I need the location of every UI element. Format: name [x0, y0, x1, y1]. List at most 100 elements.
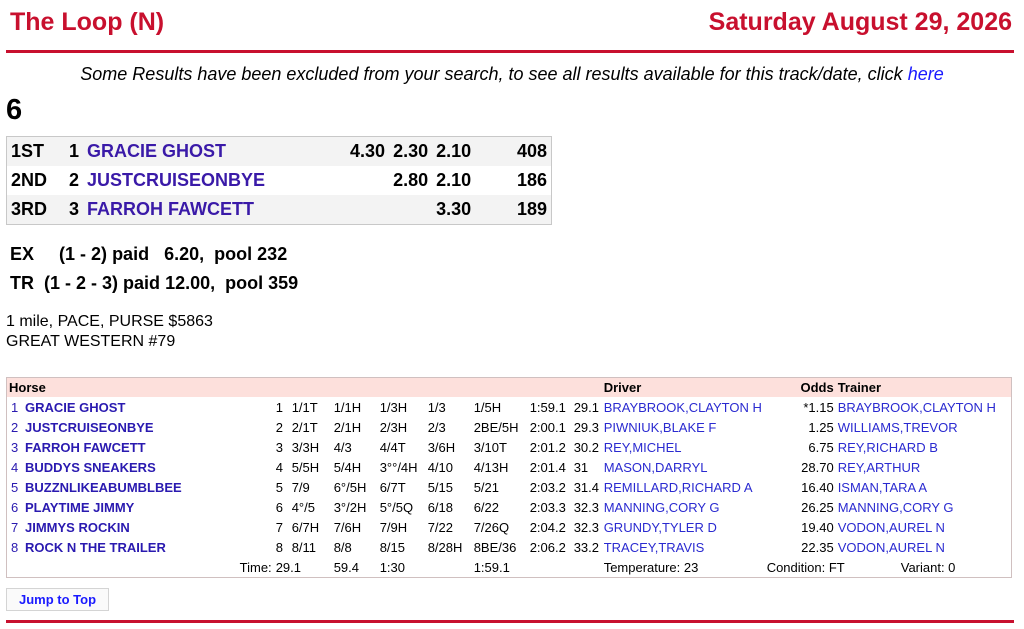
half-position: 2/1H — [333, 419, 362, 435]
odds-value: 6.75 — [808, 439, 834, 455]
horse-link[interactable]: FARROH FAWCETT — [83, 195, 347, 225]
driver-link[interactable]: MANNING,CORY G — [602, 497, 782, 517]
horse-link[interactable]: PLAYTIME JIMMY — [23, 497, 274, 517]
stretch-position: 7/22 — [427, 519, 453, 535]
quarter-position: 7/9 — [291, 479, 310, 495]
horse-link[interactable]: FARROH FAWCETT — [23, 437, 274, 457]
final-time: 2:03.2 — [529, 479, 566, 495]
show-payout: 2.10 — [432, 136, 476, 166]
last-quarter: 32.3 — [573, 499, 599, 515]
stretch-position: 8/28H — [427, 539, 463, 555]
trainer-link[interactable]: MANNING,CORY G — [836, 497, 1012, 517]
place-payout — [389, 195, 433, 225]
final-time: 1:59.1 — [529, 399, 566, 415]
program-number: 2 — [69, 170, 80, 190]
half-position: 3°/2H — [333, 499, 367, 515]
program-number: 4 — [11, 459, 19, 475]
horse-link[interactable]: ROCK N THE TRAILER — [23, 537, 274, 557]
finish-position: 4/13H — [473, 459, 509, 475]
notice-here-link[interactable]: here — [908, 64, 944, 84]
three-quarter-position: 4/4T — [379, 439, 406, 455]
trainer-link[interactable]: VODON,AUREL N — [836, 537, 1012, 557]
driver-link[interactable]: PIWNIUK,BLAKE F — [602, 417, 782, 437]
post-position: 3 — [275, 439, 283, 455]
wager-type: EX — [10, 244, 35, 264]
post-position: 4 — [275, 459, 283, 475]
result-row: 7 JIMMYS ROCKIN 7 6/7H 7/6H 7/9H 7/22 7/26Q 2:04… — [7, 517, 1012, 537]
finisher-count: 408 — [475, 136, 552, 166]
horse-link[interactable]: JUSTCRUISEONBYE — [23, 417, 274, 437]
pool-label: pool — [225, 273, 264, 293]
driver-link[interactable]: MASON,DARRYL — [602, 457, 782, 477]
program-number: 6 — [11, 499, 19, 515]
driver-link[interactable]: BRAYBROOK,CLAYTON H — [602, 397, 782, 417]
trainer-link[interactable]: BRAYBROOK,CLAYTON H — [836, 397, 1012, 417]
race-number: 6 — [6, 94, 23, 126]
stretch-position: 1/3 — [427, 399, 446, 415]
horse-link[interactable]: GRACIE GHOST — [23, 397, 274, 417]
program-number: 1 — [65, 136, 84, 166]
col-odds: Odds — [781, 377, 836, 397]
three-quarter-position: 5°/5Q — [379, 499, 414, 515]
quarter-position: 4°/5 — [291, 499, 315, 515]
post-position: 7 — [275, 519, 283, 535]
program-number: 7 — [11, 519, 19, 535]
program-number: 8 — [11, 539, 19, 555]
page-header: The Loop (N) Saturday August 29, 2026 — [10, 6, 1012, 52]
wager-type: TR — [10, 273, 34, 293]
results-header-row: Horse Driver Odds Trainer — [6, 377, 1012, 397]
results-table: Horse Driver Odds Trainer 1 GRACIE GHOST 1… — [6, 377, 1012, 578]
race-conditions: 1 mile, PACE, PURSE $5863 GREAT WESTERN … — [6, 312, 213, 352]
trainer-link[interactable]: ISMAN,TARA A — [836, 477, 1012, 497]
driver-link[interactable]: REY,MICHEL — [602, 437, 782, 457]
post-position: 8 — [275, 539, 283, 555]
finisher-count: 186 — [516, 170, 547, 190]
trainer-link[interactable]: VODON,AUREL N — [836, 517, 1012, 537]
odds-value: *1.15 — [803, 399, 834, 415]
last-quarter: 31 — [573, 459, 589, 475]
stretch-position: 2/3 — [427, 419, 446, 435]
win-payout — [346, 166, 389, 195]
exotic-wagers: EX (1 - 2) paid 6.20, pool 232 TR (1 - 2… — [10, 244, 298, 302]
driver-link[interactable]: REMILLARD,RICHARD A — [602, 477, 782, 497]
horse-link[interactable]: BUZZNLIKEABUMBLBEE — [23, 477, 274, 497]
time-final: 1:59.1 — [473, 559, 510, 575]
race-distance-purse: 1 mile, PACE, PURSE $5863 — [6, 313, 213, 330]
exclusion-notice: Some Results have been excluded from you… — [0, 64, 1024, 85]
finish-place: 1ST — [6, 136, 65, 166]
result-row: 6 PLAYTIME JIMMY 6 4°/5 3°/2H 5°/5Q 6/18 6/22 2:… — [7, 497, 1012, 517]
wager-pool: 359 — [268, 273, 299, 293]
horse-link[interactable]: JIMMYS ROCKIN — [23, 517, 274, 537]
three-quarter-position: 2/3H — [379, 419, 408, 435]
wager-row-tr: TR (1 - 2 - 3) paid 12.00, pool 359 — [10, 273, 298, 302]
wager-row-ex: EX (1 - 2) paid 6.20, pool 232 — [10, 244, 298, 273]
final-time: 2:01.2 — [529, 439, 566, 455]
trainer-link[interactable]: WILLIAMS,TREVOR — [836, 417, 1012, 437]
jump-to-top-button[interactable]: Jump to Top — [6, 588, 110, 611]
stretch-position: 5/15 — [427, 479, 453, 495]
wager-paid: 12.00, — [165, 273, 216, 293]
notice-text: Some Results have been excluded from you… — [80, 64, 908, 84]
quarter-position: 3/3H — [291, 439, 320, 455]
three-quarter-position: 8/15 — [379, 539, 405, 555]
odds-value: 19.40 — [801, 519, 834, 535]
finish-position: 7/26Q — [473, 519, 510, 535]
horse-link[interactable]: JUSTCRUISEONBYE — [83, 166, 346, 195]
footer-divider — [6, 620, 1014, 623]
half-position: 8/8 — [333, 539, 352, 555]
driver-link[interactable]: TRACEY,TRAVIS — [602, 537, 782, 557]
last-quarter: 30.2 — [573, 439, 599, 455]
horse-link[interactable]: BUDDYS SNEAKERS — [23, 457, 274, 477]
trainer-link[interactable]: REY,RICHARD B — [836, 437, 1012, 457]
finish-position: 2BE/5H — [473, 419, 519, 435]
result-row: 3 FARROH FAWCETT 3 3/3H 4/3 4/4T 3/6H 3/10T 2:01… — [7, 437, 1012, 457]
last-quarter: 33.2 — [573, 539, 599, 555]
finisher-row: 2ND 2 JUSTCRUISEONBYE 2.80 2.10 186 — [7, 166, 552, 195]
half-position: 7/6H — [333, 519, 362, 535]
win-payout: 4.30 — [346, 136, 390, 166]
trainer-link[interactable]: REY,ARTHUR — [836, 457, 1012, 477]
quarter-position: 5/5H — [291, 459, 320, 475]
final-time: 2:06.2 — [529, 539, 566, 555]
driver-link[interactable]: GRUNDY,TYLER D — [602, 517, 782, 537]
horse-link[interactable]: GRACIE GHOST — [83, 136, 347, 166]
